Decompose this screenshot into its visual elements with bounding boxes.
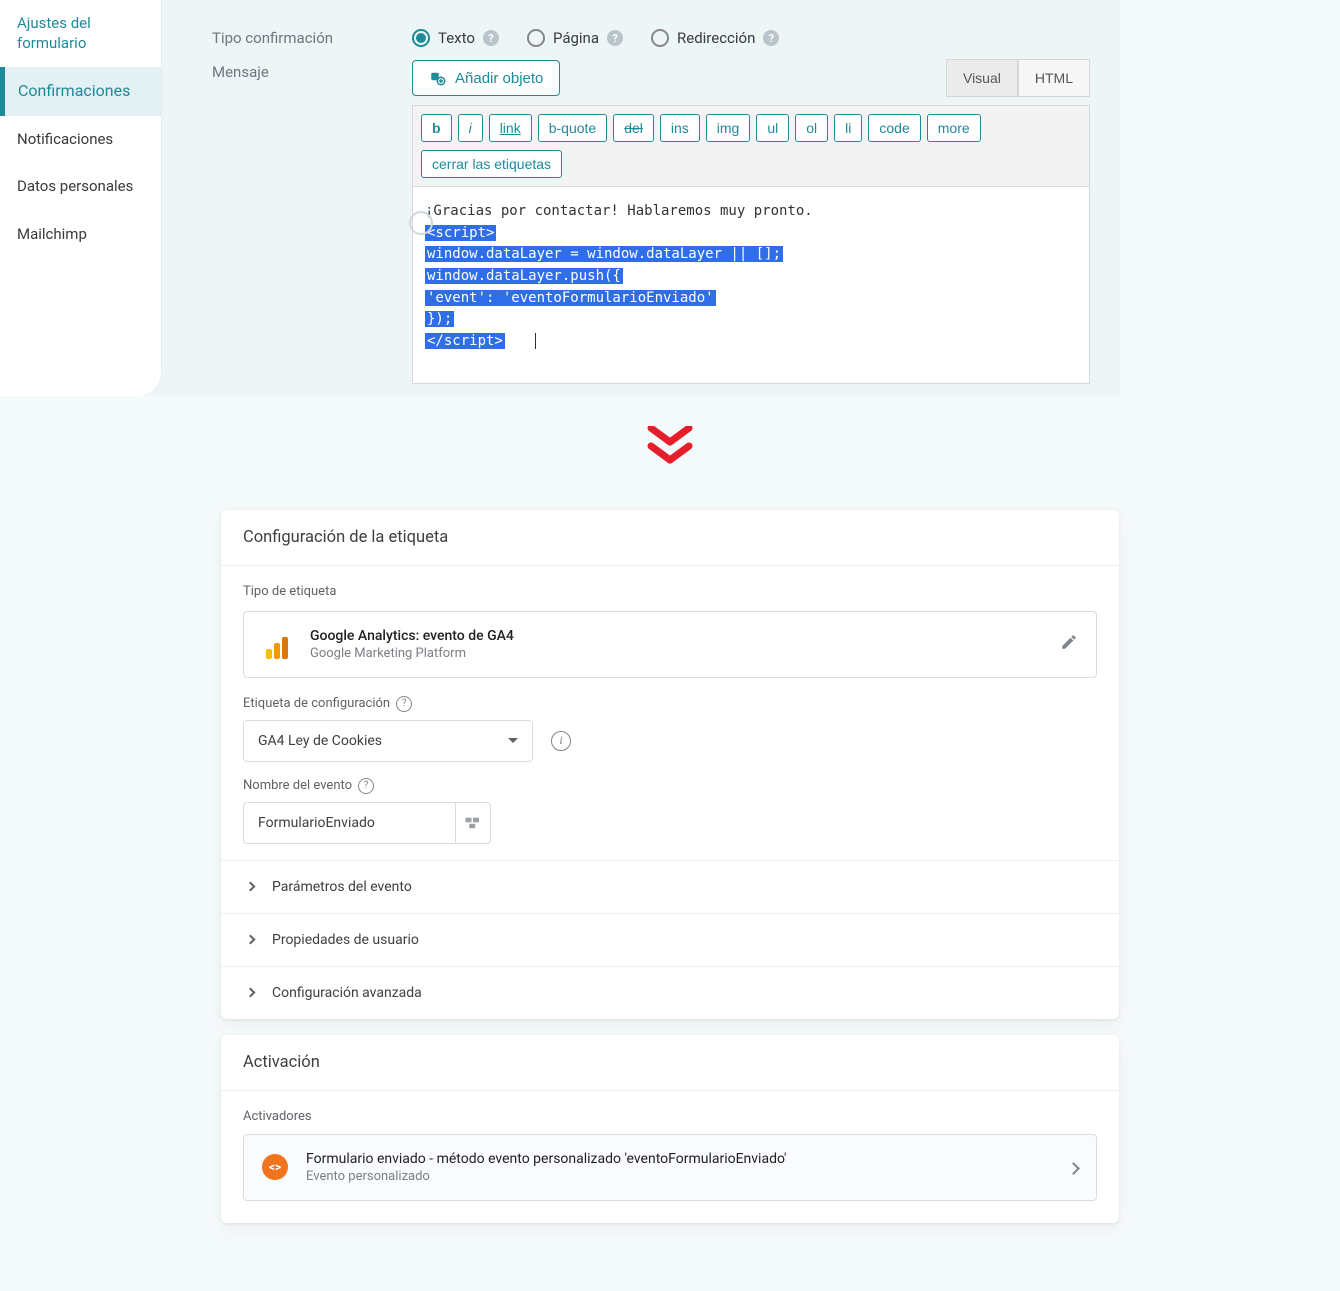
code-line-script-close: </script> xyxy=(425,333,505,349)
triggers-label: Activadores xyxy=(221,1091,1119,1134)
radio-page-label: Página xyxy=(553,29,599,47)
arrow-divider-icon xyxy=(0,396,1340,510)
trigger-subtitle: Evento personalizado xyxy=(306,1169,786,1184)
custom-event-icon: <> xyxy=(262,1154,288,1180)
selection-handle-icon xyxy=(409,211,433,235)
code-line-greeting: ¡Gracias por contactar! Hablaremos muy p… xyxy=(425,201,1077,223)
wordpress-confirmation-panel: Ajustes del formulario Confirmaciones No… xyxy=(0,0,1120,396)
code-line-datalayer-init: window.dataLayer = window.dataLayer || [… xyxy=(425,246,783,262)
chevron-right-icon xyxy=(246,988,256,998)
chevron-right-icon xyxy=(246,882,256,892)
tag-config-card: Configuración de la etiqueta Tipo de eti… xyxy=(221,510,1119,1019)
confirmation-type-label: Tipo confirmación xyxy=(212,25,412,47)
toolbar-ins[interactable]: ins xyxy=(660,114,700,142)
toolbar-more[interactable]: more xyxy=(927,114,981,142)
ga4-icon xyxy=(262,629,292,659)
tag-type-section-label: Tipo de etiqueta xyxy=(221,566,1119,611)
expand-user-props[interactable]: Propiedades de usuario xyxy=(221,913,1119,966)
toolbar-bold[interactable]: b xyxy=(421,114,452,142)
trigger-title: Formulario enviado - método evento perso… xyxy=(306,1151,786,1167)
text-caret xyxy=(535,333,536,349)
sidebar-item-confirmations[interactable]: Confirmaciones xyxy=(0,67,161,116)
tag-config-header: Configuración de la etiqueta xyxy=(221,510,1119,566)
sidebar-item-form-settings[interactable]: Ajustes del formulario xyxy=(0,0,161,67)
chevron-right-icon xyxy=(1069,1158,1078,1177)
event-name-field-label: Nombre del evento ? xyxy=(243,778,1097,794)
tab-visual[interactable]: Visual xyxy=(946,59,1018,97)
toolbar-link[interactable]: link xyxy=(489,114,532,142)
help-icon[interactable]: ? xyxy=(607,30,623,46)
code-line-push-open: window.dataLayer.push({ xyxy=(425,268,623,284)
expand-label: Parámetros del evento xyxy=(272,879,412,895)
radio-page[interactable]: Página ? xyxy=(527,29,623,47)
radio-empty-icon xyxy=(527,29,545,47)
message-label: Mensaje xyxy=(212,59,412,81)
activation-card: Activación Activadores <> Formulario env… xyxy=(221,1035,1119,1223)
help-icon[interactable]: ? xyxy=(358,778,374,794)
trigger-row[interactable]: <> Formulario enviado - método evento pe… xyxy=(243,1134,1097,1201)
radio-dot-icon xyxy=(412,29,430,47)
add-object-icon xyxy=(429,69,447,87)
chevron-down-icon xyxy=(508,738,518,743)
help-icon[interactable]: ? xyxy=(396,696,412,712)
tag-type-title: Google Analytics: evento de GA4 xyxy=(310,628,514,644)
editor-toolbar: b i link b-quote del ins img ul ol li co… xyxy=(412,105,1090,150)
settings-sidebar: Ajustes del formulario Confirmaciones No… xyxy=(0,0,162,396)
radio-redirect-label: Redirección xyxy=(677,29,755,47)
toolbar-del[interactable]: del xyxy=(613,114,654,142)
tag-type-subtitle: Google Marketing Platform xyxy=(310,646,514,661)
sidebar-item-notifications[interactable]: Notificaciones xyxy=(0,116,161,164)
radio-empty-icon xyxy=(651,29,669,47)
brick-icon xyxy=(464,816,482,830)
confirmation-main: Tipo confirmación Texto ? Página ? xyxy=(162,0,1120,396)
toolbar-img[interactable]: img xyxy=(706,114,751,142)
config-tag-field-label: Etiqueta de configuración ? xyxy=(243,696,1097,712)
sidebar-item-mailchimp[interactable]: Mailchimp xyxy=(0,211,161,259)
code-line-push-close: }); xyxy=(425,311,454,327)
edit-pencil-icon[interactable] xyxy=(1060,633,1078,655)
expand-label: Propiedades de usuario xyxy=(272,932,419,948)
event-name-input[interactable]: FormularioEnviado xyxy=(243,802,455,844)
expand-advanced[interactable]: Configuración avanzada xyxy=(221,966,1119,1019)
radio-text-label: Texto xyxy=(438,29,475,47)
expand-event-params[interactable]: Parámetros del evento xyxy=(221,860,1119,913)
gtm-panel: Configuración de la etiqueta Tipo de eti… xyxy=(221,510,1119,1223)
config-tag-value: GA4 Ley de Cookies xyxy=(258,733,382,749)
help-icon[interactable]: ? xyxy=(763,30,779,46)
radio-text[interactable]: Texto ? xyxy=(412,29,499,47)
tab-html[interactable]: HTML xyxy=(1018,59,1090,97)
sidebar-item-personal-data[interactable]: Datos personales xyxy=(0,163,161,211)
code-line-event: 'event': 'eventoFormularioEnviado' xyxy=(425,290,716,306)
config-tag-select[interactable]: GA4 Ley de Cookies xyxy=(243,720,533,762)
message-code-editor[interactable]: ¡Gracias por contactar! Hablaremos muy p… xyxy=(412,186,1090,384)
toolbar-bquote[interactable]: b-quote xyxy=(538,114,607,142)
expand-label: Configuración avanzada xyxy=(272,985,422,1001)
variable-picker-button[interactable] xyxy=(455,802,491,844)
info-icon[interactable]: i xyxy=(551,731,571,751)
activation-header: Activación xyxy=(221,1035,1119,1091)
toolbar-li[interactable]: li xyxy=(834,114,862,142)
add-object-label: Añadir objeto xyxy=(455,70,543,87)
toolbar-close-tags[interactable]: cerrar las etiquetas xyxy=(421,150,562,178)
toolbar-italic[interactable]: i xyxy=(458,114,483,142)
chevron-right-icon xyxy=(246,935,256,945)
radio-redirect[interactable]: Redirección ? xyxy=(651,29,779,47)
confirmation-type-radio-group: Texto ? Página ? Redirección ? xyxy=(412,25,1090,47)
toolbar-code[interactable]: code xyxy=(868,114,920,142)
tag-type-selector[interactable]: Google Analytics: evento de GA4 Google M… xyxy=(243,611,1097,678)
add-object-button[interactable]: Añadir objeto xyxy=(412,60,560,96)
toolbar-ul[interactable]: ul xyxy=(756,114,789,142)
toolbar-ol[interactable]: ol xyxy=(795,114,828,142)
help-icon[interactable]: ? xyxy=(483,30,499,46)
code-line-script-open: <script> xyxy=(425,225,496,241)
